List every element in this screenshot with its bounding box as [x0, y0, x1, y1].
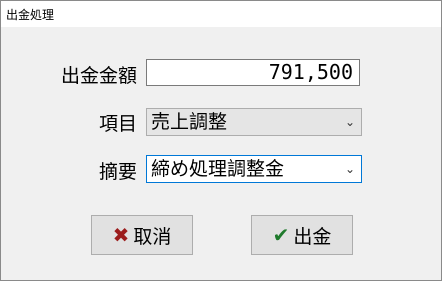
summary-label: 摘要	[98, 161, 137, 183]
withdraw-button-label: 出金	[293, 225, 332, 248]
cancel-button[interactable]: ✖ 取消	[91, 215, 193, 255]
amount-input[interactable]: 791,500	[146, 59, 360, 86]
window-title: 出金処理	[6, 8, 55, 22]
withdraw-button[interactable]: ✔ 出金	[251, 215, 353, 255]
summary-select[interactable]: 締め処理調整金 ⌄	[146, 155, 362, 183]
chevron-down-icon: ⌄	[344, 162, 355, 176]
summary-select-value: 締め処理調整金	[151, 158, 285, 180]
item-label: 項目	[98, 113, 137, 135]
check-icon: ✔	[272, 223, 290, 247]
cancel-button-label: 取消	[133, 225, 172, 248]
x-icon: ✖	[112, 223, 130, 247]
dialog-window: 出金処理 出金金額 791,500 項目 売上調整 ⌄ 摘要 締め処理調整金 ⌄…	[0, 0, 442, 281]
title-bar: 出金処理	[1, 1, 441, 27]
item-select[interactable]: 売上調整 ⌄	[146, 108, 362, 136]
item-select-value: 売上調整	[151, 111, 228, 133]
chevron-down-icon: ⌄	[344, 115, 355, 129]
amount-label: 出金金額	[60, 65, 137, 87]
